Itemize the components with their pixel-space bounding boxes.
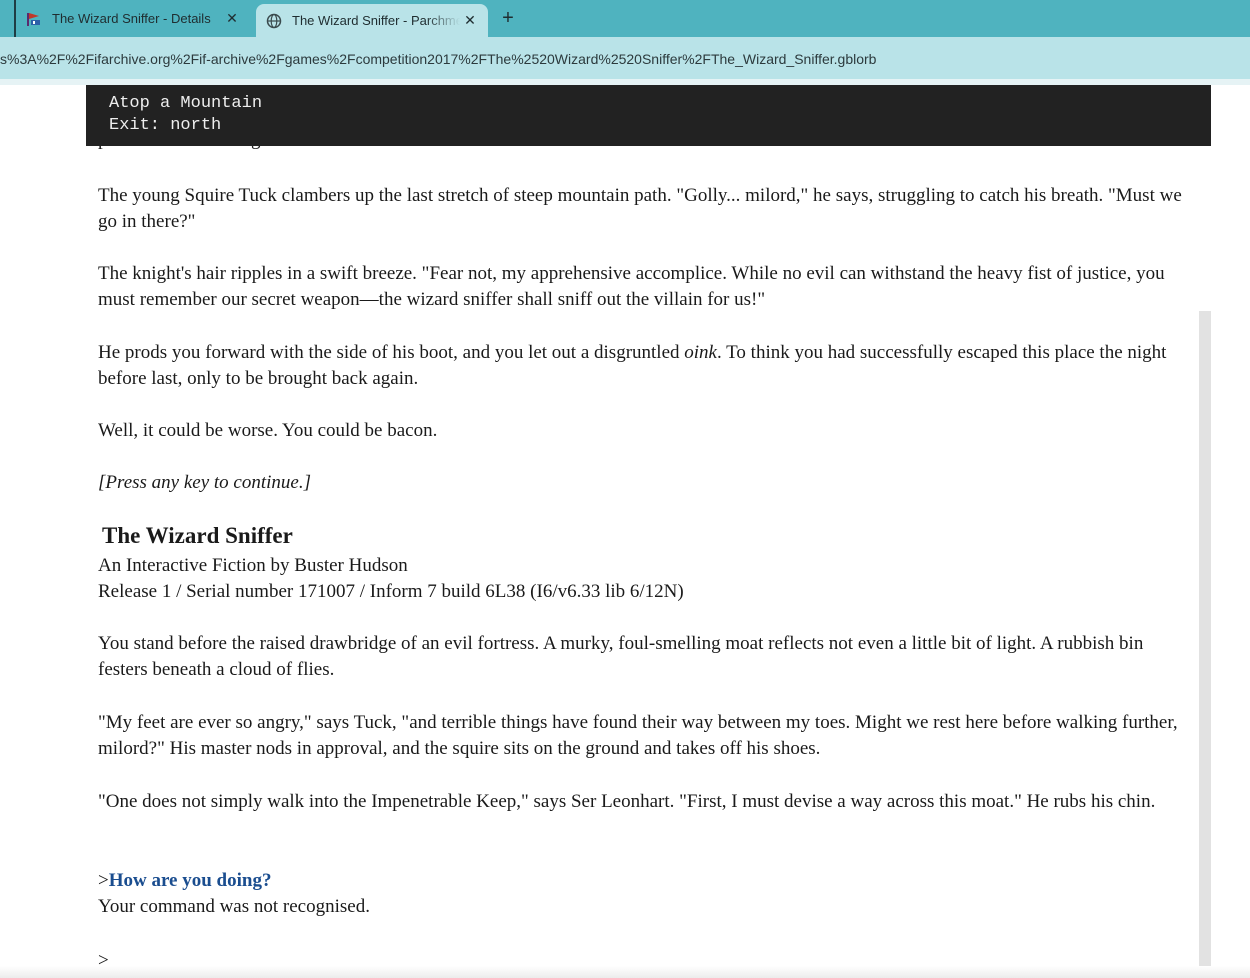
tab-title: The Wizard Sniffer - Parchment [292,13,460,28]
continue-prompt: [Press any key to continue.] [98,472,311,493]
close-tab-icon[interactable]: ✕ [460,12,480,29]
tab-parchment[interactable]: The Wizard Sniffer - Parchment ✕ [256,4,488,37]
story-paragraph: He prods you forward with the side of hi… [98,340,1183,392]
entered-command: How are you doing? [108,870,272,891]
ship-flag-icon [26,11,42,27]
close-tab-icon[interactable]: ✕ [222,10,242,27]
tab-title: The Wizard Sniffer - Details [52,11,211,26]
command-response: Your command was not recognised. [98,896,370,917]
status-exits: Exit: north [109,116,222,135]
window-bottom-edge [0,966,1250,978]
story-paragraph: "My feet are ever so angry," says Tuck, … [98,712,1178,759]
scrollbar-track[interactable] [1199,311,1211,978]
story-paragraph: The knight's hair ripples in a swift bre… [98,263,1165,310]
new-tab-button[interactable]: + [498,8,518,28]
prompt-symbol: > [98,870,109,891]
game-window[interactable]: Atop a Mountain Exit: north peace to our… [0,85,1250,978]
text-run: He prods you forward with the side of hi… [98,342,685,363]
story-paragraph: The young Squire Tuck clambers up the la… [98,185,1182,232]
url-text[interactable]: s%3A%2F%2Fifarchive.org%2Fif-archive%2Fg… [0,51,876,67]
address-bar[interactable]: s%3A%2F%2Fifarchive.org%2Fif-archive%2Fg… [0,37,1250,79]
command-echo: >How are you doing? [98,868,1183,894]
emphasis-text: oink [684,342,717,363]
status-location: Atop a Mountain [109,94,263,113]
room-description: You stand before the raised drawbridge o… [98,633,1144,680]
tab-details[interactable]: The Wizard Sniffer - Details ✕ [14,0,250,37]
game-byline: An Interactive Fiction by Buster Hudson [98,555,408,576]
globe-icon [266,13,282,29]
tab-bar: The Wizard Sniffer - Details ✕ The Wizar… [0,0,1250,37]
game-release-info: Release 1 / Serial number 171007 / Infor… [98,581,684,602]
story-paragraph: "One does not simply walk into the Impen… [98,791,1156,812]
status-window: Atop a Mountain Exit: north [86,85,1211,146]
story-paragraph: Well, it could be worse. You could be ba… [98,420,438,441]
game-title: The Wizard Sniffer [102,523,293,548]
